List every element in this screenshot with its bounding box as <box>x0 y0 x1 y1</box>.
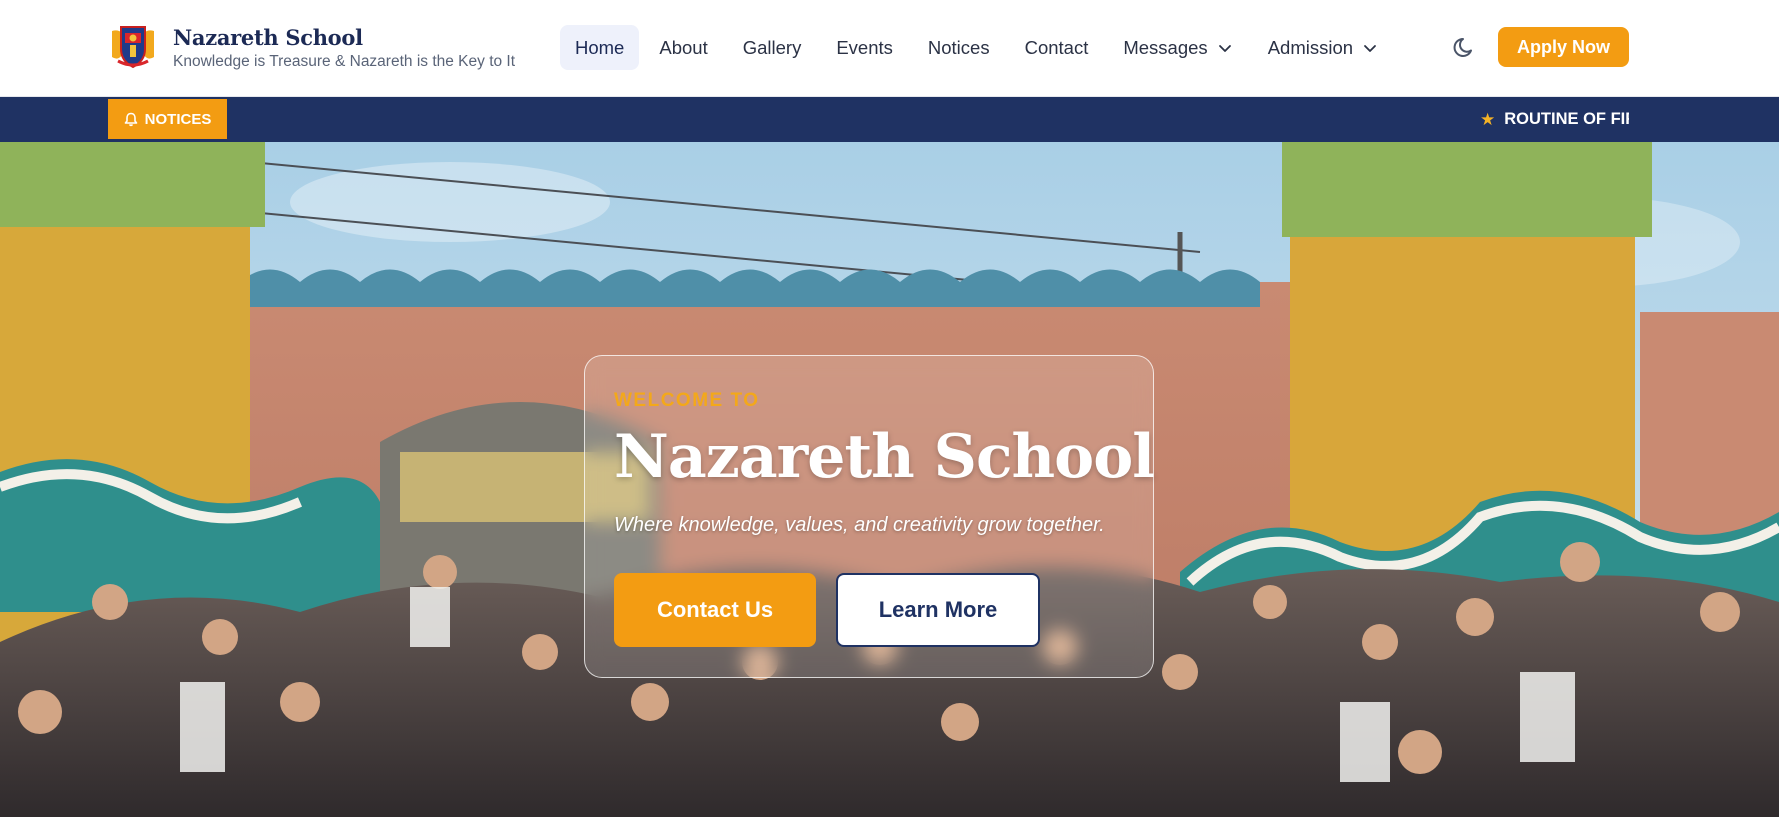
chevron-down-icon <box>1364 44 1376 52</box>
apply-now-button[interactable]: Apply Now <box>1498 27 1629 67</box>
bell-icon <box>124 112 137 126</box>
nav-item-label: Gallery <box>742 36 802 58</box>
nav-item-events[interactable]: Events <box>821 25 908 70</box>
welcome-label: WELCOME TO <box>614 390 760 411</box>
learn-more-button[interactable]: Learn More <box>836 573 1040 647</box>
hero-welcome-card: WELCOME TO Nazareth School Where knowled… <box>584 355 1155 678</box>
star-icon: ★ <box>1480 109 1496 129</box>
hero-section: WELCOME TO Nazareth School Where knowled… <box>0 142 1779 817</box>
nav-item-label: Home <box>575 36 625 58</box>
main-nav: Home About Gallery Events Notices Contac… <box>560 25 1398 70</box>
nav-item-label: About <box>659 36 708 58</box>
notice-bar: NOTICES ★ ROUTINE OF FIF <box>0 97 1779 142</box>
nav-item-gallery[interactable]: Gallery <box>728 25 817 70</box>
school-crest-logo[interactable] <box>108 21 158 69</box>
hero-title: Nazareth School <box>614 422 1155 492</box>
nav-item-label: Admission <box>1267 36 1354 58</box>
notices-tag[interactable]: NOTICES <box>108 99 227 139</box>
contact-us-button[interactable]: Contact Us <box>614 573 816 647</box>
nav-item-about[interactable]: About <box>644 25 722 70</box>
nav-item-admission[interactable]: Admission <box>1253 25 1393 70</box>
nav-item-notices[interactable]: Notices <box>913 25 1005 70</box>
notice-ticker[interactable]: ★ ROUTINE OF FIF <box>1480 97 1629 142</box>
brand-subtitle: Knowledge is Treasure & Nazareth is the … <box>173 53 516 70</box>
hero-tagline: Where knowledge, values, and creativity … <box>614 514 1105 536</box>
ticker-text: ROUTINE OF FIF <box>1504 110 1629 128</box>
nav-item-messages[interactable]: Messages <box>1108 25 1247 70</box>
nav-item-label: Events <box>836 36 893 58</box>
moon-icon[interactable] <box>1452 34 1478 60</box>
nav-item-label: Contact <box>1024 36 1089 58</box>
chevron-down-icon <box>1218 44 1231 52</box>
notices-tag-label: NOTICES <box>144 110 212 128</box>
nav-item-contact[interactable]: Contact <box>1010 25 1104 70</box>
nav-item-label: Notices <box>927 36 990 58</box>
nav-item-label: Messages <box>1123 36 1208 58</box>
nav-item-home[interactable]: Home <box>560 25 640 70</box>
brand-title[interactable]: Nazareth School <box>173 25 363 50</box>
site-header: Nazareth School Knowledge is Treasure & … <box>0 0 1779 97</box>
